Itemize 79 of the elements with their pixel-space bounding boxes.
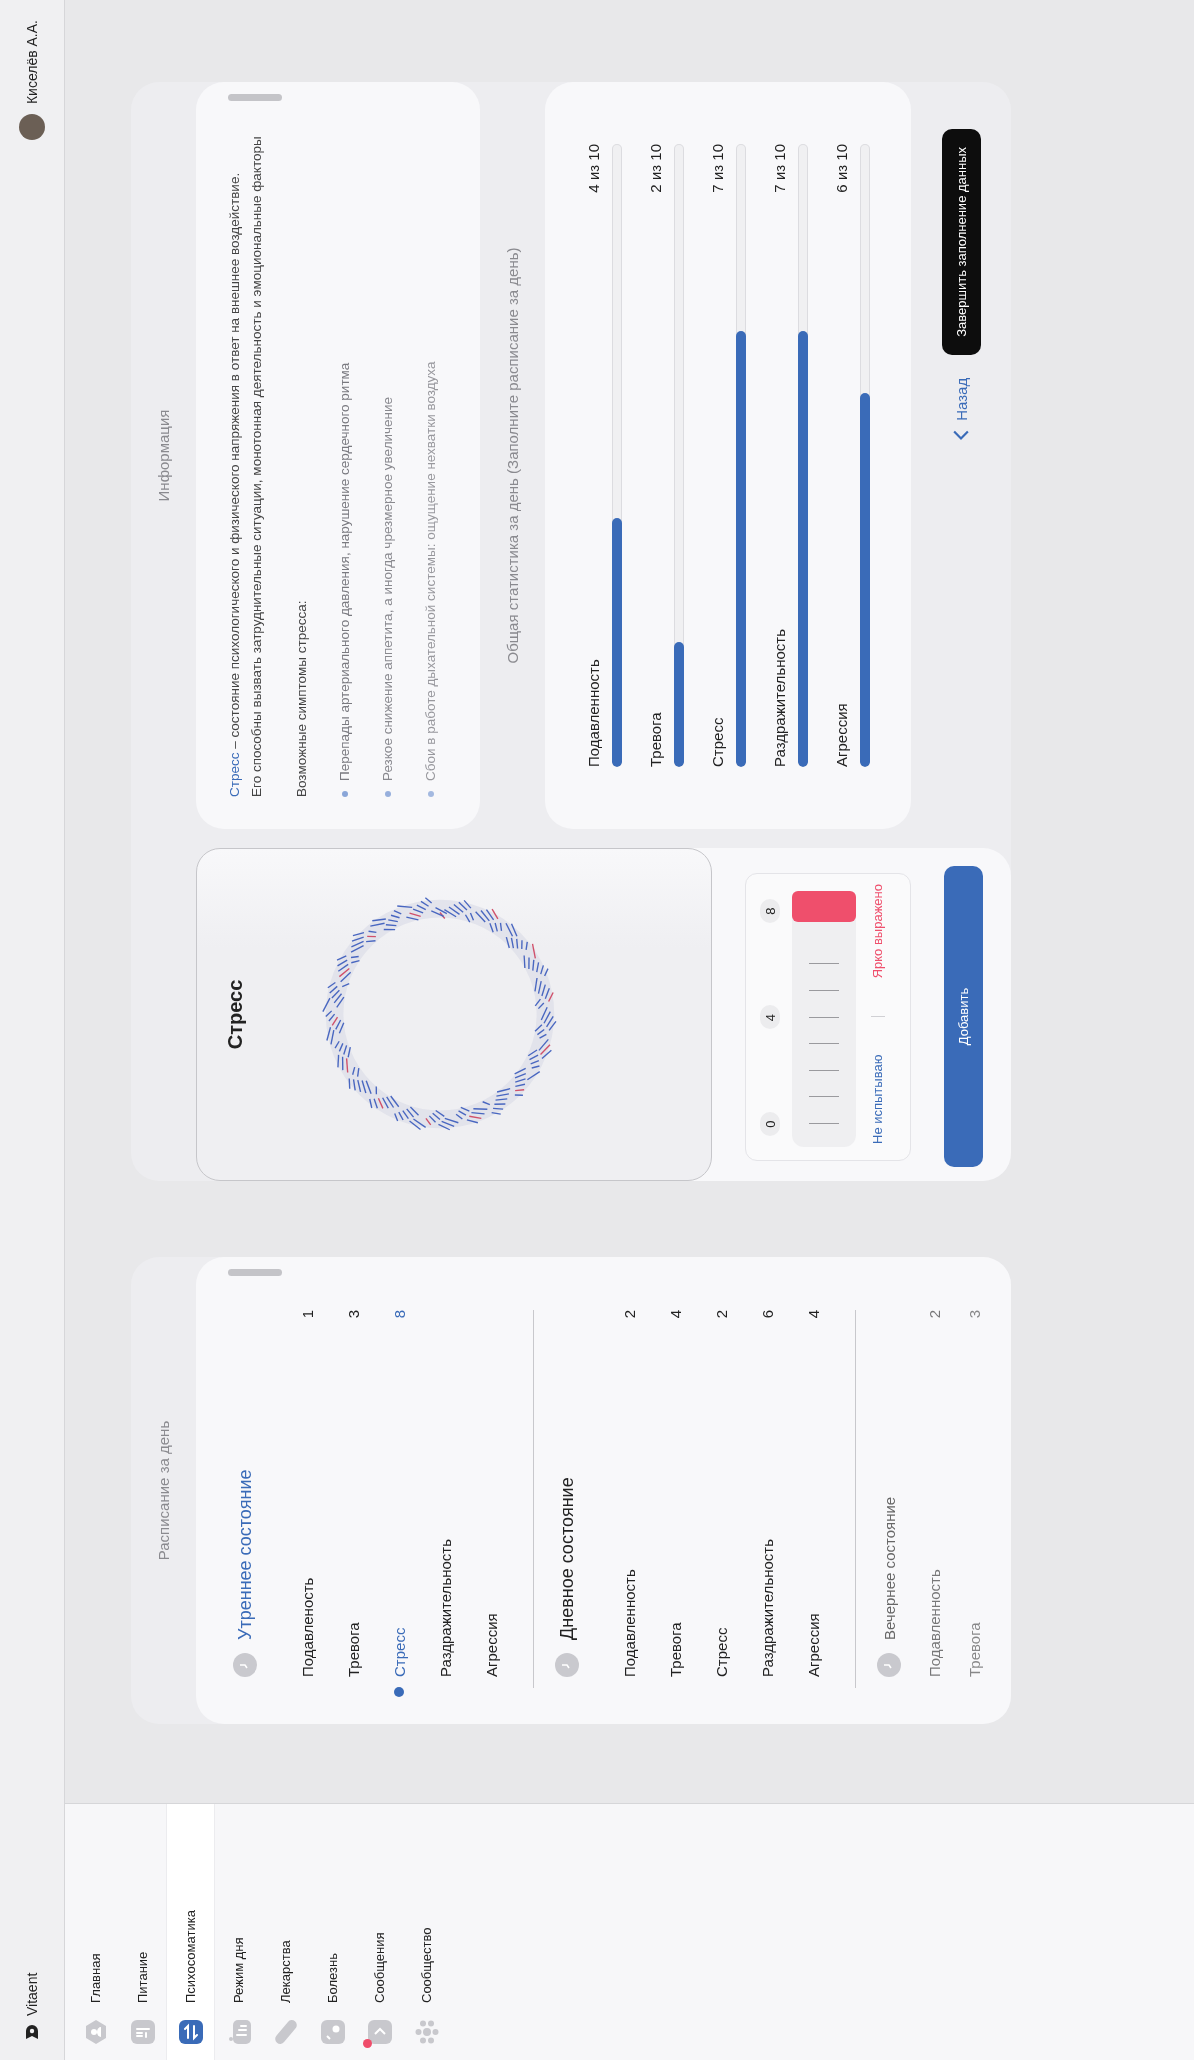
swap-arrows-icon — [178, 2020, 203, 2044]
group-title[interactable]: Утреннее состояние — [234, 1469, 256, 1640]
slider-thumb[interactable] — [792, 891, 856, 922]
stat-label: Раздражительность — [770, 629, 788, 767]
clock-icon — [233, 1653, 257, 1677]
description-text: Его способны вызвать затруднительные ситуации, монотонная деятельность и эмоциональные факторы — [248, 135, 265, 797]
stat-reading: 7 из 10 — [770, 144, 788, 193]
emotion-item[interactable]: Агрессия — [804, 1613, 822, 1677]
emotion-item[interactable]: Стресс — [390, 1627, 408, 1677]
emotion-value: 8 — [390, 1310, 408, 1319]
section-title: Общая статистика за день (Заполните расписание за день) — [504, 247, 521, 664]
user-name[interactable]: Киселёв А.А. — [24, 20, 40, 105]
emotion-value: 3 — [965, 1310, 983, 1319]
emotion-value: 2 — [712, 1310, 730, 1319]
emotion-value: 4 — [666, 1310, 684, 1319]
emotion-value: 4 — [804, 1310, 822, 1319]
add-button[interactable]: Добавить — [944, 866, 983, 1167]
definition-text: Стресс – состояние психологического и физического напряжения в ответ на внешнее воздействие. — [226, 171, 243, 797]
stat-label: Подавленность — [584, 659, 602, 767]
symptom-text: Перепады артериального давления, нарушение сердечного ритма — [337, 362, 352, 781]
nav-item[interactable]: Сообщения — [356, 1804, 403, 2060]
nav-item[interactable]: Режим дня — [215, 1804, 262, 2060]
grid-icon — [130, 2020, 155, 2044]
emotion-item[interactable]: Раздражительность — [436, 1539, 454, 1677]
scrollbar-thumb[interactable] — [228, 94, 282, 101]
min-label: Не испытываю — [870, 1054, 885, 1144]
flower-icon — [414, 2020, 439, 2044]
emotion-item[interactable]: Тревога — [666, 1622, 684, 1677]
stat-reading: 7 из 10 — [708, 144, 726, 193]
stat-label: Агрессия — [832, 703, 850, 767]
clock-icon — [877, 1653, 901, 1677]
emotion-item[interactable]: Подавленость — [298, 1577, 316, 1677]
chart-icon — [226, 2020, 251, 2044]
group-title[interactable]: Дневное состояние — [556, 1477, 578, 1640]
brand-name: Vitaent — [24, 1972, 40, 2016]
bullet-icon — [427, 791, 434, 797]
emotion-item[interactable]: Подавленность — [620, 1569, 638, 1677]
scrollbar-thumb[interactable] — [228, 1269, 282, 1276]
emotion-value: 3 — [344, 1310, 362, 1319]
tick-label: 8 — [760, 899, 780, 923]
nav-item[interactable]: Главная — [72, 1804, 119, 2060]
slider-track[interactable] — [792, 891, 856, 1147]
avatar[interactable] — [19, 114, 45, 141]
nav-item[interactable]: Лекарства — [262, 1804, 309, 2060]
symptoms-title: Возможные симптомы стресса: — [293, 599, 310, 797]
finish-button[interactable]: Завершить заполнение данных — [941, 129, 981, 355]
stat-label: Стресс — [708, 717, 726, 767]
logo-icon — [25, 2024, 39, 2040]
nav-item[interactable]: Болезнь — [309, 1804, 356, 2060]
bullet-icon — [341, 791, 348, 797]
stat-label: Тревога — [646, 712, 664, 767]
emotion-value: 2 — [925, 1310, 943, 1319]
symptom-text: Резкое снижение аппетита, а иногда чрезмерное увеличение — [380, 396, 395, 781]
clock-icon — [555, 1653, 579, 1677]
emotion-value: 2 — [620, 1310, 638, 1319]
tick-label: 0 — [760, 1112, 780, 1136]
emotion-item[interactable]: Стресс — [712, 1627, 730, 1677]
panel-title: Расписание за день — [155, 1420, 172, 1561]
nav-item[interactable]: Питание — [119, 1804, 166, 2060]
hexagon-icon — [83, 2020, 108, 2044]
tick-label: 4 — [760, 1005, 780, 1030]
emotion-item[interactable]: Тревога — [344, 1622, 362, 1677]
emotion-item[interactable]: Агрессия — [482, 1613, 500, 1677]
bullet-icon — [384, 791, 391, 797]
nav-item[interactable]: Психосоматика — [166, 1804, 215, 2060]
stat-reading: 6 из 10 — [832, 144, 850, 193]
chevron-left-icon — [952, 428, 970, 441]
stat-reading: 2 из 10 — [646, 144, 664, 193]
stat-reading: 4 из 10 — [584, 144, 602, 193]
emotion-value: 6 — [758, 1310, 776, 1319]
emotion-value: 1 — [298, 1310, 316, 1319]
nav-item[interactable]: Сообщество — [403, 1804, 450, 2060]
section-title: Информация — [155, 409, 172, 502]
symptom-text: Сбои в работе дыхательной системы: ощущение нехватки воздуха — [423, 361, 438, 781]
back-button[interactable]: Назад — [952, 377, 970, 441]
emotion-title: Стресс — [224, 979, 247, 1050]
emotion-item[interactable]: Раздражительность — [758, 1539, 776, 1677]
chevron-square-icon — [367, 2020, 392, 2044]
max-label: Ярко выражено — [870, 884, 885, 979]
